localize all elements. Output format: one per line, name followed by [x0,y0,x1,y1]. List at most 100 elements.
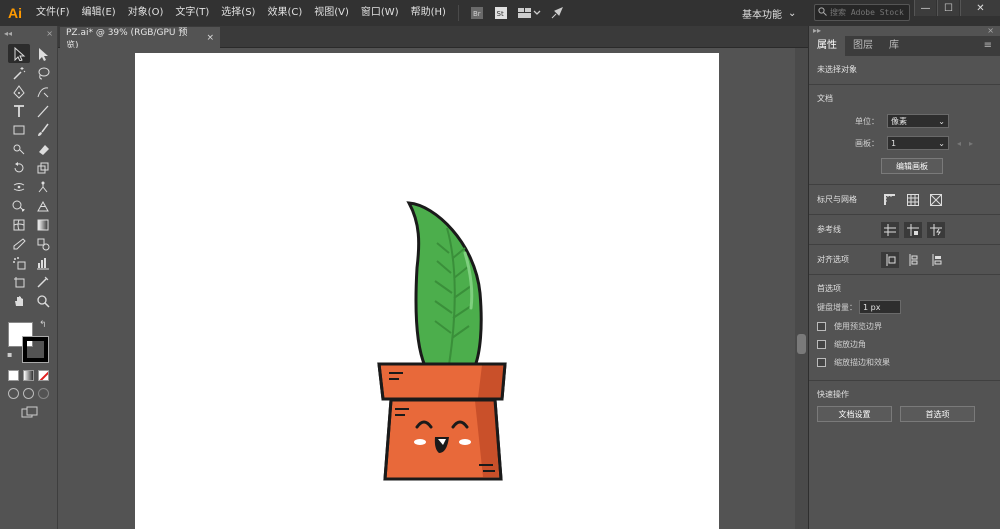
arrange-documents-icon[interactable] [515,3,543,23]
collapse-panel-icon[interactable]: ▸▸ [809,26,821,36]
menu-window[interactable]: 窗口(W) [355,0,405,26]
eraser-tool-icon[interactable] [32,139,54,158]
scrollbar-thumb[interactable] [797,334,806,354]
grid-icon[interactable] [904,192,922,208]
hand-tool-icon[interactable] [8,291,30,310]
scale-corners-checkbox[interactable] [817,340,826,349]
menu-view[interactable]: 视图(V) [308,0,355,26]
direct-selection-tool-icon[interactable] [32,44,54,63]
paintbrush-tool-icon[interactable] [32,120,54,139]
maximize-button[interactable]: ☐ [937,0,959,16]
rectangle-tool-icon[interactable] [8,120,30,139]
no-selection-label: 未选择对象 [817,65,857,74]
menu-type[interactable]: 文字(T) [169,0,215,26]
mesh-tool-icon[interactable] [8,215,30,234]
tab-properties[interactable]: 属性 [809,36,845,56]
zoom-tool-icon[interactable] [32,291,54,310]
pen-tool-icon[interactable] [8,82,30,101]
artboard[interactable] [135,53,719,529]
keyboard-increment-value: 1 px [863,302,881,312]
curvature-tool-icon[interactable] [32,82,54,101]
perspective-grid-tool-icon[interactable] [32,196,54,215]
workspace-switcher[interactable]: 基本功能 ⌄ [742,4,796,22]
vertical-scrollbar[interactable] [795,48,808,529]
edit-artboards-button[interactable]: 编辑画板 [881,158,943,174]
default-fill-stroke-icon[interactable]: ▪ [7,350,12,359]
gpu-rocket-icon[interactable] [547,3,567,23]
width-tool-icon[interactable] [8,177,30,196]
blend-tool-icon[interactable] [32,234,54,253]
stock-search[interactable] [814,4,910,21]
eyedropper-tool-icon[interactable] [8,234,30,253]
gradient-icon[interactable] [23,370,34,381]
bridge-icon[interactable]: Br [467,3,487,23]
units-select[interactable]: 像素 ⌄ [887,114,949,128]
preferences-title: 首选项 [817,284,841,293]
units-value: 像素 [891,116,907,126]
draw-normal-icon[interactable] [8,388,19,399]
tab-libraries[interactable]: 库 [881,36,907,56]
menu-effect[interactable]: 效果(C) [261,0,308,26]
document-section: 文档 单位： 像素 ⌄ 画板： 1 ⌄ ◂ ▸ 编辑画板 [809,85,1000,185]
type-tool-icon[interactable] [8,101,30,120]
menu-edit[interactable]: 编辑(E) [76,0,122,26]
magic-wand-tool-icon[interactable] [8,63,30,82]
draw-inside-icon[interactable] [38,388,49,399]
tab-layers[interactable]: 图层 [845,36,881,56]
minimize-button[interactable]: — [914,0,936,16]
shape-builder-tool-icon[interactable] [8,196,30,215]
draw-behind-icon[interactable] [23,388,34,399]
rulers-icon[interactable] [881,192,899,208]
scale-tool-icon[interactable] [32,158,54,177]
transparency-grid-icon[interactable] [927,192,945,208]
symbol-sprayer-tool-icon[interactable] [8,253,30,272]
preview-bounds-checkbox[interactable] [817,322,826,331]
snap-to-point-icon[interactable] [904,252,922,268]
none-icon[interactable] [38,370,49,381]
menu-help[interactable]: 帮助(H) [405,0,452,26]
lock-guides-icon[interactable] [904,221,922,238]
search-input[interactable] [830,8,908,17]
keyboard-increment-field[interactable]: 1 px [859,300,901,314]
document-tab-bar: PZ.ai* @ 39% (RGB/GPU 预览) × [58,26,808,51]
panel-menu-icon[interactable]: ≡ [984,36,1000,56]
puppet-warp-tool-icon[interactable] [32,177,54,196]
menu-file[interactable]: 文件(F) [30,0,76,26]
rotate-tool-icon[interactable] [8,158,30,177]
shaper-tool-icon[interactable] [8,139,30,158]
menu-object[interactable]: 对象(O) [122,0,170,26]
preferences-button[interactable]: 首选项 [900,406,975,422]
close-panel-icon[interactable]: × [987,26,994,36]
artboard-tool-icon[interactable] [8,272,30,291]
previous-artboard-icon[interactable]: ◂ [957,139,961,148]
next-artboard-icon[interactable]: ▸ [969,139,973,148]
menu-separator [457,5,459,21]
column-graph-tool-icon[interactable] [32,253,54,272]
close-tab-icon[interactable]: × [206,33,214,43]
canvas-area[interactable] [58,48,795,529]
menu-select[interactable]: 选择(S) [215,0,261,26]
tools-panel: ◂◂ × ↰ ▪ [0,26,58,529]
slice-tool-icon[interactable] [32,272,54,291]
close-icon[interactable]: × [46,29,53,38]
artboard-select[interactable]: 1 ⌄ [887,136,949,150]
swap-fill-stroke-icon[interactable]: ↰ [39,320,47,330]
plant-pot-illustration[interactable] [135,53,719,529]
gradient-tool-icon[interactable] [32,215,54,234]
smart-guides-icon[interactable] [927,221,945,238]
document-setup-button[interactable]: 文档设置 [817,406,892,422]
close-button[interactable]: ✕ [960,0,1000,16]
document-tab[interactable]: PZ.ai* @ 39% (RGB/GPU 预览) × [60,27,220,51]
line-segment-tool-icon[interactable] [32,101,54,120]
lasso-tool-icon[interactable] [32,63,54,82]
snap-to-glyph-icon[interactable] [927,252,945,268]
collapse-icon[interactable]: ◂◂ [4,29,12,38]
color-icon[interactable] [8,370,19,381]
show-guides-icon[interactable] [881,221,899,238]
stroke-swatch[interactable] [22,336,49,363]
stock-icon[interactable]: St [491,3,511,23]
scale-strokes-checkbox[interactable] [817,358,826,367]
screen-mode-icon[interactable] [21,406,39,421]
align-to-pixel-grid-icon[interactable] [881,251,899,268]
selection-tool-icon[interactable] [8,44,30,63]
